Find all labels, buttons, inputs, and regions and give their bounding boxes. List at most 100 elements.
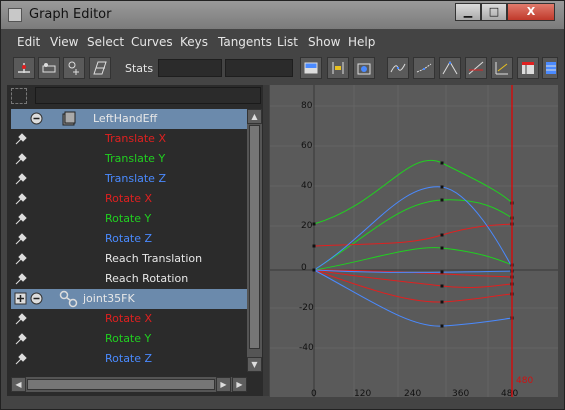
curve-green-3[interactable] [313, 247, 513, 271]
add-key-tool-icon[interactable] [63, 57, 85, 79]
keyframe[interactable] [312, 244, 316, 248]
graph-view[interactable]: 80 60 40 20 0 -20 -40 0 120 240 360 480 [270, 85, 558, 399]
maximize-button[interactable]: □ [481, 3, 507, 21]
list-item-translate-z[interactable]: Translate Z [11, 169, 247, 189]
clamped-tangents-icon[interactable] [439, 57, 461, 79]
list-item-joint-rotate-z[interactable]: Rotate Z [11, 349, 247, 369]
window-title: Graph Editor [29, 7, 112, 22]
pin-icon[interactable] [15, 333, 27, 345]
pin-icon[interactable] [15, 313, 27, 325]
list-item-label: LeftHandEff [93, 112, 158, 125]
center-current-time-icon[interactable] [353, 57, 375, 79]
list-item-joint35fk[interactable]: joint35FK [11, 289, 247, 309]
menu-keys[interactable]: Keys [180, 35, 208, 49]
keyframe[interactable] [440, 324, 444, 328]
list-item-reach-rotation[interactable]: Reach Rotation [11, 269, 247, 289]
graph-canvas[interactable]: 80 60 40 20 0 -20 -40 0 120 240 360 480 [270, 85, 558, 399]
menu-tangents[interactable]: Tangents [218, 35, 272, 49]
list-item-label: Reach Rotation [105, 272, 189, 285]
scroll-right-icon[interactable]: ▶ [216, 377, 231, 392]
panel-splitter[interactable] [263, 85, 269, 396]
list-item-lefthandeff[interactable]: LeftHandEff [11, 109, 247, 129]
pin-icon[interactable] [15, 153, 27, 165]
dopesheet-icon[interactable] [517, 57, 539, 79]
graph-editor-window: Graph Editor ▁ □ X Edit View Select Curv… [0, 0, 565, 410]
insert-key-tool-icon[interactable] [38, 57, 60, 79]
collapse-icon[interactable] [30, 292, 43, 305]
move-key-tool-icon[interactable] [13, 57, 35, 79]
menu-list[interactable]: List [277, 35, 298, 49]
pin-icon[interactable] [15, 173, 27, 185]
scroll-right-end-icon[interactable]: ▶ [232, 377, 247, 392]
curve-green-2[interactable] [313, 199, 513, 271]
curve-blue-1[interactable] [313, 186, 513, 271]
pin-icon[interactable] [15, 193, 27, 205]
pin-icon[interactable] [15, 273, 27, 285]
pin-icon[interactable] [15, 253, 27, 265]
pin-icon[interactable] [15, 353, 27, 365]
filter-input[interactable] [35, 87, 261, 104]
expand-icon[interactable] [14, 292, 27, 305]
keyframe[interactable] [440, 185, 444, 189]
menu-edit[interactable]: Edit [17, 35, 40, 49]
filter-icon[interactable] [11, 88, 27, 104]
lattice-deform-icon[interactable] [89, 57, 111, 79]
frame-playback-range-icon[interactable] [327, 57, 349, 79]
pin-icon[interactable] [15, 233, 27, 245]
vertical-scrollbar[interactable]: ▲ ▼ [247, 109, 262, 372]
curve-red-1[interactable] [313, 223, 513, 247]
title-bar[interactable]: Graph Editor ▁ □ X [1, 1, 564, 29]
keyframe[interactable] [440, 233, 444, 237]
list-item-reach-translation[interactable]: Reach Translation [11, 249, 247, 269]
list-item-label: Rotate Z [105, 352, 153, 365]
plateau-tangents-icon[interactable] [465, 57, 487, 79]
y-tick-label: 60 [301, 141, 313, 151]
menu-help[interactable]: Help [348, 35, 375, 49]
list-item-rotate-x[interactable]: Rotate X [11, 189, 247, 209]
list-item-translate-x[interactable]: Translate X [11, 129, 247, 149]
keyframe[interactable] [440, 300, 444, 304]
stats-field-frame[interactable] [158, 59, 222, 77]
keyframe[interactable] [312, 268, 316, 272]
keyframe[interactable] [440, 246, 444, 250]
list-item-rotate-z[interactable]: Rotate Z [11, 229, 247, 249]
ik-effector-icon [62, 111, 76, 126]
linear-tangents-icon[interactable] [413, 57, 435, 79]
vertical-scroll-thumb[interactable] [249, 125, 260, 349]
list-item-joint-rotate-y[interactable]: Rotate Y [11, 329, 247, 349]
keyframe[interactable] [440, 284, 444, 288]
menu-show[interactable]: Show [308, 35, 340, 49]
list-item-label: Translate X [105, 132, 166, 145]
keyframe[interactable] [312, 222, 316, 226]
list-item-label: Rotate X [105, 312, 153, 325]
frame-all-icon[interactable] [300, 57, 322, 79]
scroll-down-icon[interactable]: ▼ [247, 357, 262, 372]
scroll-left-icon[interactable]: ◀ [11, 377, 26, 392]
list-item-joint-rotate-x[interactable]: Rotate X [11, 309, 247, 329]
minimize-button[interactable]: ▁ [455, 3, 481, 21]
list-item-rotate-y[interactable]: Rotate Y [11, 209, 247, 229]
pin-icon[interactable] [15, 133, 27, 145]
curve-green-1[interactable] [313, 159, 513, 225]
close-button[interactable]: X [507, 3, 555, 21]
outliner-panel: LeftHandEff Translate X Translate Y Tran… [7, 85, 264, 396]
collapse-icon[interactable] [30, 112, 43, 125]
keyframe[interactable] [440, 198, 444, 202]
menu-select[interactable]: Select [87, 35, 124, 49]
horizontal-scroll-thumb[interactable] [27, 379, 215, 390]
stats-field-value[interactable] [225, 59, 293, 77]
scroll-up-icon[interactable]: ▲ [247, 109, 262, 124]
horizontal-scrollbar[interactable]: ◀ ▶ ▶ [11, 377, 247, 392]
list-item-label: Rotate Y [105, 332, 152, 345]
trax-editor-icon[interactable] [542, 57, 558, 79]
menu-view[interactable]: View [50, 35, 78, 49]
pin-icon[interactable] [15, 213, 27, 225]
x-tick-label: 240 [404, 389, 421, 397]
keyframe[interactable] [440, 270, 444, 274]
spline-tangents-icon[interactable] [387, 57, 409, 79]
menu-curves[interactable]: Curves [131, 35, 173, 49]
list-item-label: Rotate Z [105, 232, 153, 245]
buffer-curve-icon[interactable] [491, 57, 513, 79]
list-item-translate-y[interactable]: Translate Y [11, 149, 247, 169]
keyframe[interactable] [440, 161, 444, 165]
